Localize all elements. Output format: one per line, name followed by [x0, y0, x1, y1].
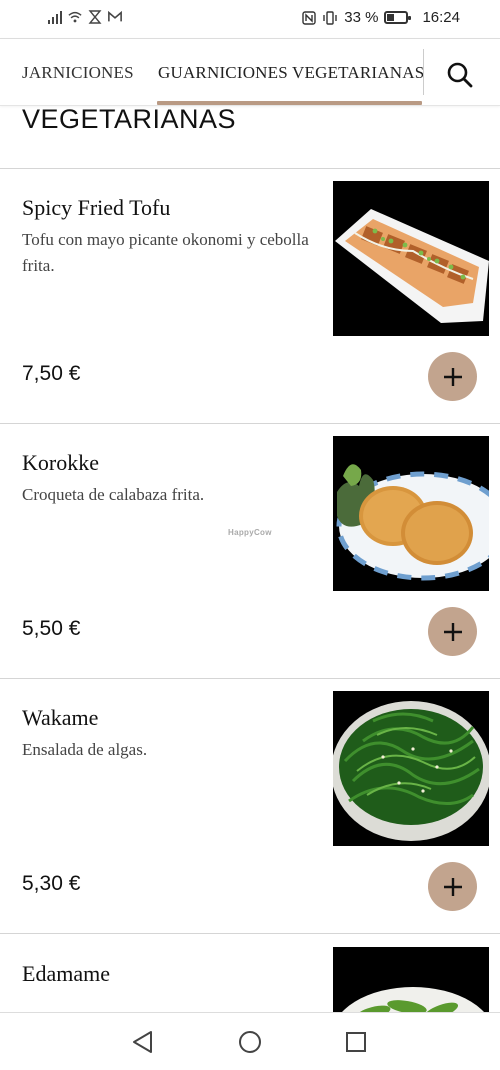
recent-square-icon [346, 1032, 366, 1052]
item-name: Wakame [22, 705, 99, 730]
item-description: Croqueta de calabaza frita. [22, 485, 205, 504]
plus-icon [443, 877, 462, 896]
item-description: Ensalada de algas. [22, 740, 148, 759]
plus-icon [443, 622, 462, 641]
wakame-photo[interactable] [333, 691, 489, 846]
status-right: 33 % 16:24 [302, 9, 460, 26]
clock: 16:24 [422, 9, 460, 26]
signal-icon [48, 11, 62, 24]
mail-icon [108, 10, 122, 22]
system-nav-bar [0, 1012, 500, 1070]
fried-tofu-photo[interactable] [333, 181, 489, 336]
menu-item[interactable]: Wakame Ensalada de algas. 5,30 € [0, 679, 500, 934]
nfc-icon [302, 10, 316, 25]
tab-guarniciones[interactable]: JARNICIONES [22, 63, 134, 83]
watermark-text: HappyCow [228, 528, 272, 537]
menu-item[interactable]: Spicy Fried Tofu Tofu con mayo picante o… [0, 169, 500, 424]
item-price: 5,50 € [22, 617, 81, 640]
battery-fill [387, 14, 395, 21]
item-price: 5,30 € [22, 872, 81, 895]
vibrate-icon [323, 10, 337, 25]
search-icon [447, 62, 473, 88]
menu-item[interactable]: Edamame [0, 935, 500, 1012]
tab-divider [423, 49, 424, 95]
add-to-cart-button[interactable] [428, 352, 477, 401]
tab-strip[interactable]: JARNICIONES GUARNICIONES VEGETARIANAS [0, 39, 423, 105]
item-name: Edamame [22, 961, 110, 986]
edamame-photo[interactable] [333, 947, 489, 1012]
item-price: 7,50 € [22, 362, 81, 385]
add-to-cart-button[interactable] [428, 607, 477, 656]
plus-icon [443, 367, 462, 386]
nav-recent-button[interactable] [343, 1029, 369, 1055]
korokke-photo[interactable] [333, 436, 489, 591]
search-button[interactable] [440, 55, 480, 95]
item-name: Spicy Fried Tofu [22, 195, 171, 220]
category-tab-bar: JARNICIONES GUARNICIONES VEGETARIANAS [0, 38, 500, 106]
item-description: Tofu con mayo picante okonomi y cebolla … [22, 230, 309, 275]
status-left-icons [48, 10, 122, 24]
nav-home-button[interactable] [237, 1029, 263, 1055]
battery-percent: 33 % [344, 9, 379, 26]
item-name: Korokke [22, 450, 99, 475]
item-divider [0, 933, 500, 934]
nav-back-button[interactable] [130, 1029, 156, 1055]
wifi-icon [68, 11, 82, 23]
home-circle-icon [239, 1031, 261, 1053]
back-triangle-icon [133, 1031, 152, 1053]
status-bar: 33 % 16:24 [0, 0, 500, 38]
add-to-cart-button[interactable] [428, 862, 477, 911]
section-title: VEGETARIANAS [22, 104, 237, 134]
menu-item[interactable]: Korokke Croqueta de calabaza frita. Happ… [0, 424, 500, 679]
battery-icon [384, 11, 412, 24]
tab-guarniciones-vegetarianas[interactable]: GUARNICIONES VEGETARIANAS [158, 63, 423, 83]
hourglass-icon [88, 10, 102, 24]
